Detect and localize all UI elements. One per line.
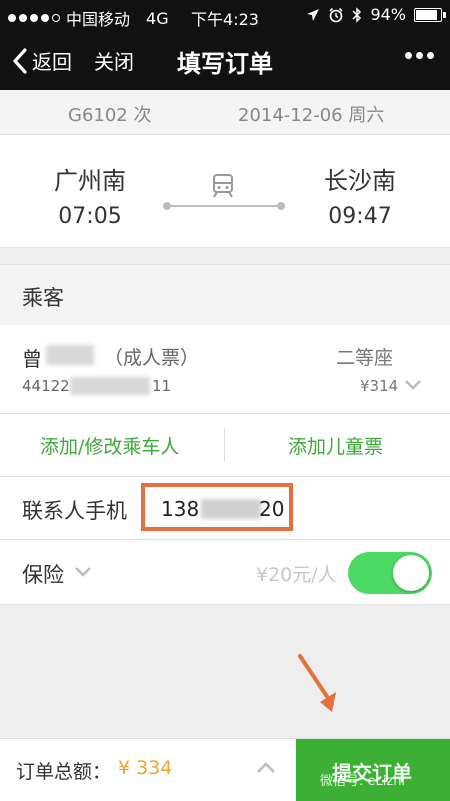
route-line xyxy=(163,202,285,210)
arrival-station: 长沙南 09:47 xyxy=(290,161,430,229)
train-number: G6102 次 xyxy=(68,105,152,126)
passenger-section-header: 乘客 xyxy=(0,264,450,326)
chevron-up-icon[interactable] xyxy=(256,761,276,775)
departure-time: 07:05 xyxy=(58,204,122,229)
travel-date: 2014-12-06 周六 xyxy=(238,105,385,126)
order-total-label: 订单总额： xyxy=(16,761,112,783)
passenger-name: 曾 xyxy=(22,347,42,371)
more-menu-button[interactable] xyxy=(405,52,434,59)
seat-class: 二等座 xyxy=(336,347,394,369)
order-total-amount: ¥ 334 xyxy=(118,757,173,779)
ticket-type: （成人票） xyxy=(104,347,200,369)
arrival-station-name: 长沙南 xyxy=(324,167,396,195)
phone-prefix: 138 xyxy=(161,497,200,521)
passenger-section-title: 乘客 xyxy=(22,286,64,310)
chevron-down-icon[interactable] xyxy=(404,377,422,391)
arrival-time: 09:47 xyxy=(328,204,392,229)
passenger-id-start: 44122 xyxy=(22,377,70,395)
phone-suffix: 20 xyxy=(259,497,285,521)
battery-percent: 94% xyxy=(370,5,406,24)
departure-station-name: 广州南 xyxy=(54,167,126,195)
redacted-phone xyxy=(201,499,261,519)
toggle-knob xyxy=(393,555,429,591)
location-icon xyxy=(307,8,320,21)
contact-phone-field[interactable]: 138 20 xyxy=(141,483,293,531)
bluetooth-icon xyxy=(352,6,362,23)
annotation-arrow-icon xyxy=(298,654,336,712)
train-info-bar: G6102 次 2014-12-06 周六 xyxy=(0,90,450,134)
chevron-down-icon[interactable] xyxy=(74,564,92,578)
route-card: 广州南 07:05 长沙南 09:47 xyxy=(0,134,450,248)
status-time: 下午4:23 xyxy=(191,10,259,29)
redacted-id xyxy=(70,377,150,395)
insurance-fee: ¥20元/人 xyxy=(256,564,337,586)
insurance-row: 保险 ¥20元/人 xyxy=(0,540,450,605)
page-title: 填写订单 xyxy=(177,50,273,78)
add-edit-passenger-button[interactable]: 添加/修改乘车人 xyxy=(40,432,179,459)
more-dot-icon xyxy=(405,52,412,59)
more-dot-icon xyxy=(427,52,434,59)
contact-phone-label: 联系人手机 xyxy=(22,499,127,523)
status-bar: 中国移动 4G 下午4:23 94% xyxy=(0,0,450,30)
passenger-id-end: 11 xyxy=(152,377,172,395)
divider xyxy=(224,428,225,462)
insurance-toggle[interactable] xyxy=(348,552,432,594)
navigation-bar: 返回 关闭 填写订单 xyxy=(0,30,450,90)
passenger-row[interactable]: 曾 （成人票） 44122 11 二等座 ¥314 xyxy=(0,325,450,414)
passenger-actions: 添加/修改乘车人 添加儿童票 xyxy=(0,414,450,477)
watermark-text: 微信号: eLizhi xyxy=(320,774,406,789)
ticket-price: ¥314 xyxy=(360,377,399,395)
insurance-label: 保险 xyxy=(22,563,64,587)
contact-row: 联系人手机 138 20 xyxy=(0,477,450,540)
add-child-ticket-button[interactable]: 添加儿童票 xyxy=(288,432,383,459)
battery-icon xyxy=(414,7,446,22)
redacted-name xyxy=(46,345,94,365)
alarm-icon xyxy=(329,7,344,22)
train-icon xyxy=(213,174,233,198)
departure-station: 广州南 07:05 xyxy=(20,161,160,229)
more-dot-icon xyxy=(416,52,423,59)
